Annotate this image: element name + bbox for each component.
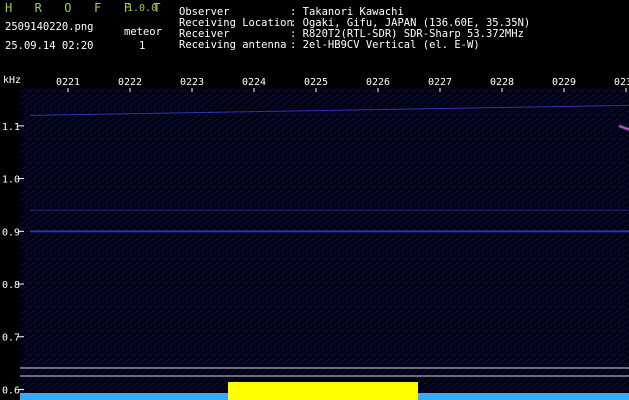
x-tick-label: 0223 <box>180 77 204 88</box>
antenna-value: : 2el-HB9CV Vertical (el. E-W) <box>290 39 480 51</box>
spectrogram-plot: 0221 0222 0223 0224 0225 0226 0227 0228 0229 0230… <box>2 75 629 400</box>
x-tick-label: 0230 <box>614 77 629 88</box>
x-tick-label: 0228 <box>490 77 514 88</box>
antenna-label: Receiving antenna <box>179 39 287 51</box>
y-tick-label: 1.0 <box>2 175 20 186</box>
meteor-label: meteor <box>124 26 162 38</box>
x-tick-label: 0225 <box>304 77 328 88</box>
y-tick-label: 0.6 <box>2 385 20 396</box>
app-version: 1.0.0 <box>127 3 158 14</box>
x-tick-label: 0226 <box>366 77 390 88</box>
x-tick-label: 0224 <box>242 77 266 88</box>
meteor-count: 1 <box>139 40 146 52</box>
file-name: 2509140220.png <box>5 21 94 33</box>
plot-background <box>20 89 629 400</box>
x-tick-label: 0227 <box>428 77 452 88</box>
signal-level-bar <box>228 382 418 400</box>
file-datetime: 25.09.14 02:20 <box>5 40 94 52</box>
y-axis-label: kHz <box>3 75 21 86</box>
x-tick-label: 0221 <box>56 77 80 88</box>
y-tick-label: 0.8 <box>2 280 20 291</box>
header: H R O F F T 1.0.0 2509140220.png 25.09.1… <box>0 0 629 70</box>
y-tick-label: 0.9 <box>2 227 20 238</box>
x-tick-label: 0222 <box>118 77 142 88</box>
x-tick-label: 0229 <box>552 77 576 88</box>
y-tick-label: 1.1 <box>2 122 20 133</box>
y-tick-label: 0.7 <box>2 333 20 344</box>
